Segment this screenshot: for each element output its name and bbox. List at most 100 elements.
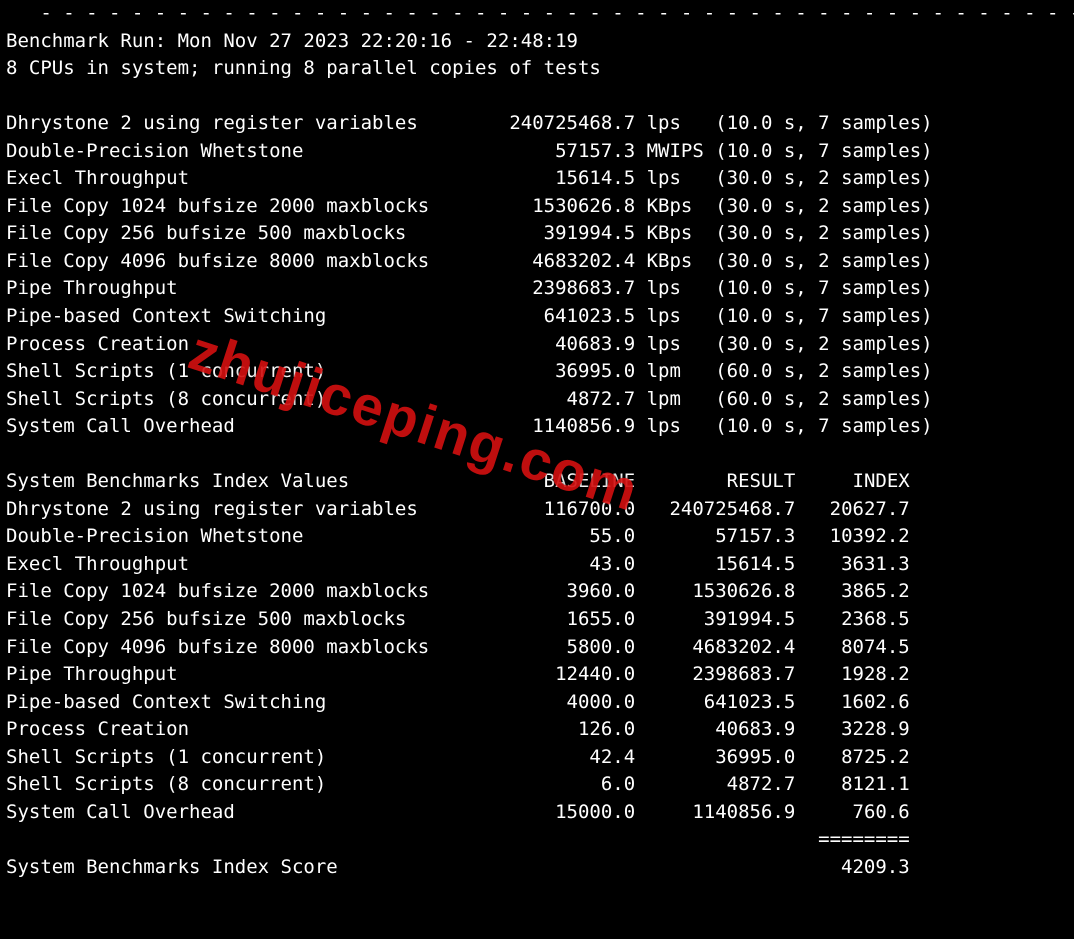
result-row: Pipe Throughput 2398683.7 lps (10.0 s, 7… — [6, 275, 1068, 303]
index-score-value: 4209.3 — [795, 856, 909, 878]
index-name: Dhrystone 2 using register variables — [6, 498, 486, 520]
index-result: 4683202.4 — [635, 636, 795, 658]
result-value: 15614.5 — [464, 167, 636, 189]
result-info: (10.0 s, 7 samples) — [715, 415, 932, 437]
index-name: Shell Scripts (8 concurrent) — [6, 773, 486, 795]
index-name: File Copy 1024 bufsize 2000 maxblocks — [6, 580, 486, 602]
index-name: Pipe Throughput — [6, 663, 486, 685]
result-unit: MWIPS — [635, 140, 715, 162]
index-header-baseline: BASELINE — [486, 470, 635, 492]
result-row: Shell Scripts (8 concurrent) 4872.7 lpm … — [6, 386, 1068, 414]
index-score-label: System Benchmarks Index Score — [6, 856, 795, 878]
index-name: File Copy 256 bufsize 500 maxblocks — [6, 608, 486, 630]
result-unit: lps — [635, 415, 715, 437]
result-value: 641023.5 — [464, 305, 636, 327]
index-divider-pad — [6, 828, 818, 850]
result-unit: lpm — [635, 360, 715, 382]
index-row: Dhrystone 2 using register variables 116… — [6, 496, 1068, 524]
result-unit: lps — [635, 167, 715, 189]
result-info: (30.0 s, 2 samples) — [715, 222, 932, 244]
divider-text: - - - - - - - - - - - - - - - - - - - - … — [6, 2, 1074, 24]
result-name: Double-Precision Whetstone — [6, 140, 464, 162]
index-index: 20627.7 — [795, 498, 909, 520]
result-row: Shell Scripts (1 concurrent) 36995.0 lpm… — [6, 358, 1068, 386]
result-row: Dhrystone 2 using register variables 240… — [6, 110, 1068, 138]
result-value: 2398683.7 — [464, 277, 636, 299]
index-index: 10392.2 — [795, 525, 909, 547]
index-name: Process Creation — [6, 718, 486, 740]
index-name: Double-Precision Whetstone — [6, 525, 486, 547]
index-score-row: System Benchmarks Index Score 4209.3 — [6, 854, 1068, 882]
index-row: Pipe Throughput 12440.0 2398683.7 1928.2 — [6, 661, 1068, 689]
index-baseline: 6.0 — [486, 773, 635, 795]
result-value: 40683.9 — [464, 333, 636, 355]
result-name: Pipe Throughput — [6, 277, 464, 299]
index-name: Pipe-based Context Switching — [6, 691, 486, 713]
index-index: 2368.5 — [795, 608, 909, 630]
cpu-text: 8 CPUs in system; running 8 parallel cop… — [6, 57, 601, 79]
index-baseline: 116700.0 — [486, 498, 635, 520]
result-value: 4683202.4 — [464, 250, 636, 272]
index-row: Pipe-based Context Switching 4000.0 6410… — [6, 689, 1068, 717]
index-index: 1928.2 — [795, 663, 909, 685]
index-header-row: System Benchmarks Index Values BASELINE … — [6, 468, 1068, 496]
result-value: 391994.5 — [464, 222, 636, 244]
result-name: System Call Overhead — [6, 415, 464, 437]
result-name: Shell Scripts (1 concurrent) — [6, 360, 464, 382]
result-info: (30.0 s, 2 samples) — [715, 195, 932, 217]
cpu-line: 8 CPUs in system; running 8 parallel cop… — [6, 55, 1068, 83]
index-result: 40683.9 — [635, 718, 795, 740]
result-value: 1140856.9 — [464, 415, 636, 437]
index-name: File Copy 4096 bufsize 8000 maxblocks — [6, 636, 486, 658]
index-index: 8074.5 — [795, 636, 909, 658]
result-unit: lps — [635, 333, 715, 355]
index-baseline: 15000.0 — [486, 801, 635, 823]
index-result: 4872.7 — [635, 773, 795, 795]
result-row: Pipe-based Context Switching 641023.5 lp… — [6, 303, 1068, 331]
index-result: 391994.5 — [635, 608, 795, 630]
terminal-output: - - - - - - - - - - - - - - - - - - - - … — [0, 0, 1074, 882]
index-result: 641023.5 — [635, 691, 795, 713]
index-name: Execl Throughput — [6, 553, 486, 575]
index-row: Execl Throughput 43.0 15614.5 3631.3 — [6, 551, 1068, 579]
result-row: File Copy 256 bufsize 500 maxblocks 3919… — [6, 220, 1068, 248]
index-header-result: RESULT — [635, 470, 795, 492]
result-value: 57157.3 — [464, 140, 636, 162]
result-info: (10.0 s, 7 samples) — [715, 305, 932, 327]
index-divider: ======== — [818, 828, 910, 850]
result-value: 240725468.7 — [464, 112, 636, 134]
result-value: 36995.0 — [464, 360, 636, 382]
index-row: File Copy 4096 bufsize 8000 maxblocks 58… — [6, 634, 1068, 662]
index-index: 760.6 — [795, 801, 909, 823]
result-value: 4872.7 — [464, 388, 636, 410]
index-baseline: 43.0 — [486, 553, 635, 575]
index-baseline: 12440.0 — [486, 663, 635, 685]
divider-top: - - - - - - - - - - - - - - - - - - - - … — [6, 0, 1068, 28]
index-index: 8725.2 — [795, 746, 909, 768]
index-result: 1530626.8 — [635, 580, 795, 602]
result-unit: KBps — [635, 195, 715, 217]
index-row: Process Creation 126.0 40683.9 3228.9 — [6, 716, 1068, 744]
index-baseline: 42.4 — [486, 746, 635, 768]
index-divider-row: ======== — [6, 826, 1068, 854]
index-result: 15614.5 — [635, 553, 795, 575]
index-baseline: 126.0 — [486, 718, 635, 740]
index-header-index: INDEX — [795, 470, 909, 492]
index-row: Shell Scripts (1 concurrent) 42.4 36995.… — [6, 744, 1068, 772]
index-index: 8121.1 — [795, 773, 909, 795]
result-name: Process Creation — [6, 333, 464, 355]
index-index: 3865.2 — [795, 580, 909, 602]
result-info: (10.0 s, 7 samples) — [715, 140, 932, 162]
index-index: 3228.9 — [795, 718, 909, 740]
index-baseline: 1655.0 — [486, 608, 635, 630]
result-row: File Copy 4096 bufsize 8000 maxblocks 46… — [6, 248, 1068, 276]
result-row: Execl Throughput 15614.5 lps (30.0 s, 2 … — [6, 165, 1068, 193]
index-row: Double-Precision Whetstone 55.0 57157.3 … — [6, 523, 1068, 551]
result-name: File Copy 256 bufsize 500 maxblocks — [6, 222, 464, 244]
index-row: System Call Overhead 15000.0 1140856.9 7… — [6, 799, 1068, 827]
result-unit: lps — [635, 305, 715, 327]
result-name: File Copy 4096 bufsize 8000 maxblocks — [6, 250, 464, 272]
blank-line — [6, 83, 1068, 111]
result-info: (30.0 s, 2 samples) — [715, 250, 932, 272]
result-value: 1530626.8 — [464, 195, 636, 217]
